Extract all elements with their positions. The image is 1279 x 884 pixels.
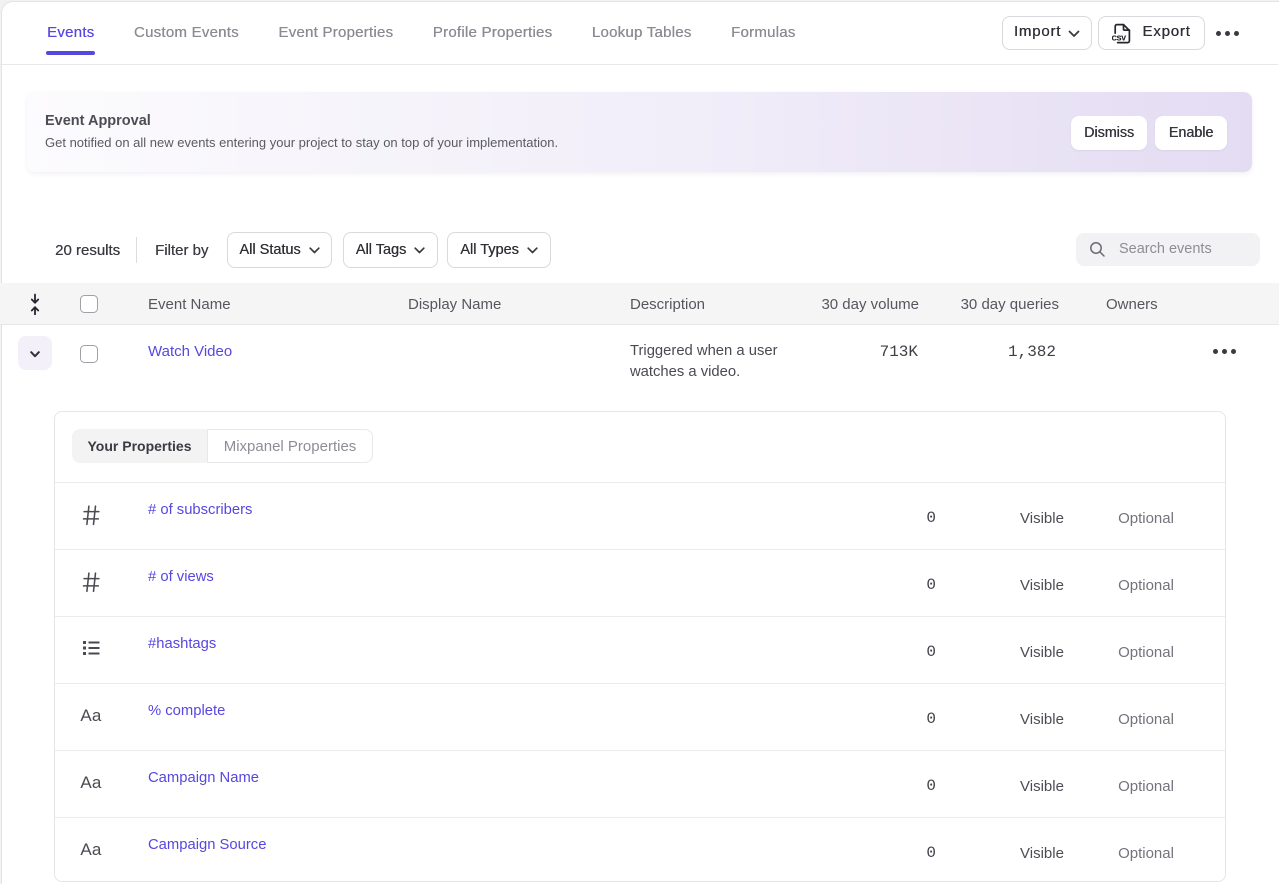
svg-text:CSV: CSV	[1112, 33, 1126, 42]
